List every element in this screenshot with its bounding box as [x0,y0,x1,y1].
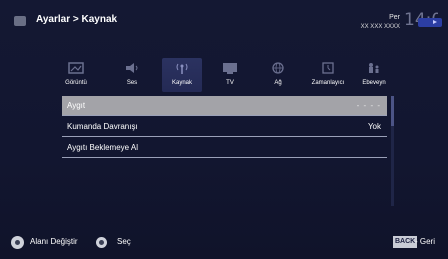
list-item-remote-behavior[interactable]: Kumanda Davranışı Yok [62,117,387,137]
picture-icon [68,62,84,74]
tab-label: Ebeveyn [362,80,386,86]
ok-button-icon [96,237,107,248]
network-icon [272,62,284,74]
clock-date: XX XXX XXXX [360,24,400,30]
category-tabs: Görüntü Ses Kaynak TV Ağ Zamanlayıcı Ebe… [56,58,396,96]
tab-label: TV [226,80,234,86]
tab-label: Zamanlayıcı [311,80,345,86]
back-hint-text: - Geri [415,237,435,246]
tab-timer[interactable]: Zamanlayıcı [306,58,350,92]
list-item-label: Kumanda Davranışı [67,122,138,131]
list-item-label: Aygıtı Beklemeye Al [67,143,138,152]
list-item-value: - - - - [356,101,381,110]
scrollbar-thumb[interactable] [391,96,394,126]
tab-picture[interactable]: Görüntü [56,58,96,92]
antenna-icon [176,63,188,74]
tab-label: Ses [126,80,138,86]
parental-icon [369,63,379,73]
tab-network[interactable]: Ağ [260,58,296,92]
footer-hints: Alanı Değiştir Seç BACK - Geri [0,228,448,259]
settings-list: Aygıt - - - - Kumanda Davranışı Yok Aygı… [62,96,393,164]
back-key-badge: BACK [393,236,418,248]
clock-accent-icon [418,18,442,27]
navigation-pad-icon [11,236,24,249]
menu-logo-icon [14,16,26,26]
tab-sound[interactable]: Ses [114,58,150,92]
clock-day: Per [389,14,400,21]
nav-hint-text: Alanı Değiştir [30,237,78,246]
ok-hint-text: Seç [117,237,131,246]
list-scrollbar[interactable] [391,96,394,206]
speaker-icon [126,63,138,73]
tab-tv[interactable]: TV [212,58,248,92]
timer-icon [322,62,334,74]
tab-parental[interactable]: Ebeveyn [356,58,392,92]
tab-label: Ağ [274,80,282,86]
tv-menu-screen: Ayarlar > Kaynak Per XX XXX XXXX 14:00 G… [0,0,448,259]
tab-label: Görüntü [65,80,87,86]
list-item-label: Aygıt [67,101,86,110]
tv-icon [223,63,237,74]
header: Ayarlar > Kaynak Per XX XXX XXXX 14:00 [0,0,448,44]
tab-source[interactable]: Kaynak [162,58,202,92]
list-item-device[interactable]: Aygıt - - - - [62,96,387,116]
tab-label: Kaynak [171,80,192,86]
list-item-device-standby[interactable]: Aygıtı Beklemeye Al [62,138,387,158]
breadcrumb: Ayarlar > Kaynak [36,14,118,25]
list-item-value: Yok [367,122,381,131]
